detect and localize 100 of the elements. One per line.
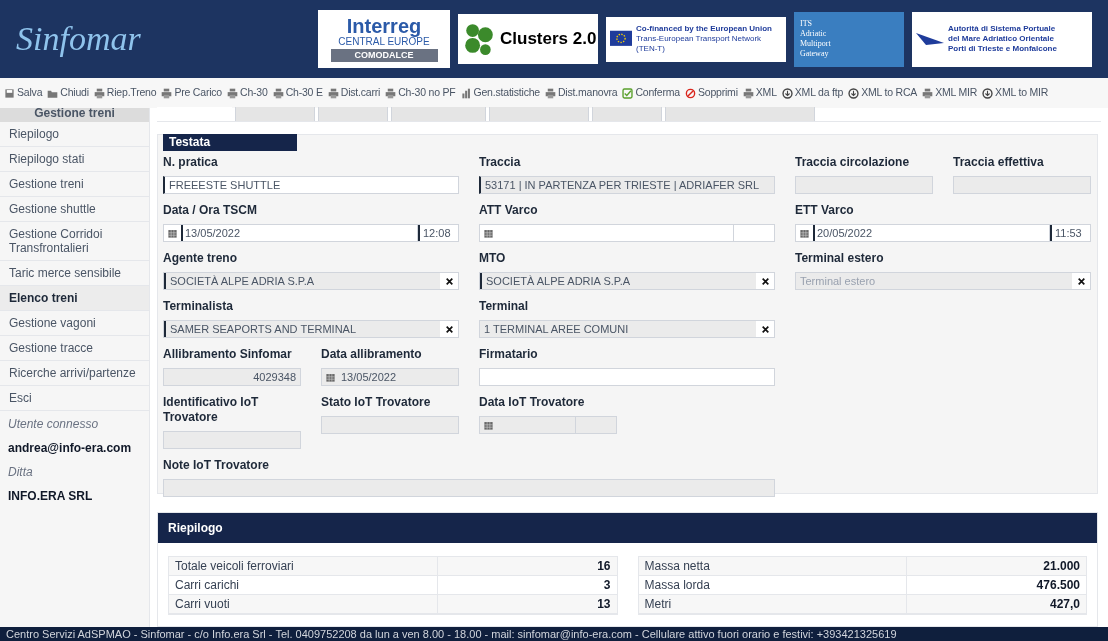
field-label: Terminalista xyxy=(163,299,234,314)
calendar-icon xyxy=(799,227,810,239)
sidebar-item[interactable]: Riepilogo stati xyxy=(0,147,149,172)
user-email: andrea@info-era.com xyxy=(8,440,133,457)
table-cell: Massa netta xyxy=(638,557,907,575)
toolbar-button[interactable]: Pre Carico xyxy=(161,85,222,101)
sidebar-item[interactable]: Gestione Corridoi Transfrontalieri xyxy=(0,222,149,261)
sidebar-item[interactable]: Elenco treni xyxy=(0,286,149,311)
sidebar-item[interactable]: Gestione treni xyxy=(0,172,149,197)
select-field[interactable]: 1 TERMINAL AREE COMUNI xyxy=(479,320,775,338)
table-cell: Totale veicoli ferroviari xyxy=(169,557,438,575)
table-cell: Massa lorda xyxy=(638,576,907,594)
field-label: ETT Varco xyxy=(795,203,855,218)
toolbar-button[interactable]: XML xyxy=(742,85,777,101)
sidebar-item[interactable]: Gestione tracce xyxy=(0,336,149,361)
input-field[interactable] xyxy=(163,479,775,497)
toolbar-button[interactable]: Sopprimi xyxy=(684,85,738,101)
field-label: N. pratica xyxy=(163,155,219,170)
toolbar-button[interactable]: Ch-30 xyxy=(227,85,268,101)
field-label: ATT Varco xyxy=(479,203,539,218)
table-cell-text: 3 xyxy=(602,577,612,594)
clear-icon xyxy=(444,276,454,286)
toolbar-button[interactable]: XML MIR xyxy=(922,85,978,101)
logo-text: Porti di Trieste e Monfalcone xyxy=(948,44,1057,54)
logo-text: Multiport xyxy=(800,39,832,49)
date-field[interactable]: 20/05/2022 11:53 xyxy=(795,224,1091,242)
calendar-icon xyxy=(483,419,494,431)
bird-icon xyxy=(916,33,944,45)
table-cell-text: 13 xyxy=(596,596,612,613)
clear-icon xyxy=(760,276,770,286)
toolbar-button[interactable]: XML to RCA xyxy=(848,85,918,101)
tab[interactable] xyxy=(489,107,589,121)
field-label: Allibramento Sinfomar xyxy=(163,347,293,362)
table-cell-text: 476.500 xyxy=(1035,577,1081,594)
toolbar-button[interactable]: Dist.manovra xyxy=(544,85,618,101)
printer-icon xyxy=(385,87,397,99)
toolbar-button[interactable]: Ch-30 E xyxy=(272,85,323,101)
clear-icon xyxy=(444,324,454,334)
sidebar-item[interactable]: Gestione vagoni xyxy=(0,311,149,336)
field-label: Terminal estero xyxy=(795,251,885,266)
toolbar-button[interactable]: Riep.Treno xyxy=(93,85,157,101)
logo-text: Clusters 2.0 xyxy=(500,28,597,51)
input-field[interactable] xyxy=(795,176,933,194)
select-field[interactable]: SOCIETÀ ALPE ADRIA S.P.A xyxy=(479,272,775,290)
sidebar-title: Gestione treni xyxy=(0,108,149,122)
input-field[interactable] xyxy=(953,176,1091,194)
download-icon xyxy=(848,87,860,99)
printer-icon xyxy=(93,87,105,99)
field-label: Identificativo IoT Trovatore xyxy=(163,395,260,425)
printer-icon xyxy=(161,87,173,99)
logo-text: Trans-European Transport Network (TEN-T) xyxy=(636,34,763,54)
select-field[interactable]: SOCIETÀ ALPE ADRIA S.P.A xyxy=(163,272,459,290)
logo-text: del Mare Adriatico Orientale xyxy=(948,34,1055,44)
table-cell: Metri xyxy=(638,595,907,613)
toolbar-button[interactable]: XML to MIR xyxy=(982,85,1049,101)
checkbox-icon xyxy=(622,87,634,99)
input-field[interactable] xyxy=(479,368,775,386)
table-cell-text: 427,0 xyxy=(1048,596,1081,613)
clear-icon xyxy=(1076,276,1086,286)
input-field[interactable]: 4029348 xyxy=(163,368,301,386)
tab[interactable] xyxy=(391,107,486,121)
sidebar-item[interactable]: Ricerche arrivi/partenze xyxy=(0,361,149,386)
toolbar-button[interactable]: Dist.carri xyxy=(327,85,381,101)
printer-icon xyxy=(227,87,238,99)
toolbar-button[interactable]: Ch-30 no PF xyxy=(385,85,456,101)
save-icon xyxy=(4,87,15,99)
panel-title: Riepilogo xyxy=(158,513,1097,543)
printer-icon xyxy=(742,87,754,99)
tab[interactable] xyxy=(235,107,315,121)
date-field[interactable] xyxy=(479,224,775,242)
sidebar-item[interactable]: Riepilogo xyxy=(0,122,149,147)
tab[interactable] xyxy=(318,107,388,121)
input-field[interactable]: 53171 | IN PARTENZA PER TRIESTE | ADRIAFER SRL xyxy=(479,176,775,194)
toolbar-button[interactable]: Conferma xyxy=(622,85,680,101)
toolbar-button[interactable]: Gen.statistiche xyxy=(460,85,540,101)
toolbar-button[interactable]: Chiudi xyxy=(47,85,89,101)
select-field[interactable]: SAMER SEAPORTS AND TERMINAL xyxy=(163,320,459,338)
sidebar-item[interactable]: Gestione shuttle xyxy=(0,197,149,222)
logo-text: Gateway xyxy=(800,49,830,59)
field-label: Traccia effettiva xyxy=(953,155,1045,170)
field-label: Data allibramento xyxy=(321,347,423,362)
toolbar-button[interactable]: Salva xyxy=(4,85,43,101)
input-field[interactable] xyxy=(163,431,301,449)
field-label: Note IoT Trovatore xyxy=(163,458,270,473)
calendar-icon xyxy=(167,227,178,239)
input-field[interactable]: FREEESTE SHUTTLE xyxy=(163,176,459,194)
tab[interactable] xyxy=(592,107,662,121)
table-cell: Carri vuoti xyxy=(169,595,438,613)
printer-icon xyxy=(544,87,556,99)
bar-chart-icon xyxy=(460,87,472,99)
sidebar-item[interactable]: Esci xyxy=(0,386,149,411)
tab[interactable] xyxy=(665,107,815,121)
calendar-icon xyxy=(325,371,336,383)
table-cell-text: 16 xyxy=(596,558,612,575)
date-field[interactable]: 13/05/2022 xyxy=(321,368,459,386)
date-field[interactable]: 13/05/2022 12:08 xyxy=(163,224,459,242)
table-cell: Carri carichi xyxy=(169,576,438,594)
toolbar-button[interactable]: XML da ftp xyxy=(781,85,844,101)
date-field[interactable] xyxy=(479,416,617,434)
input-field[interactable] xyxy=(321,416,459,434)
